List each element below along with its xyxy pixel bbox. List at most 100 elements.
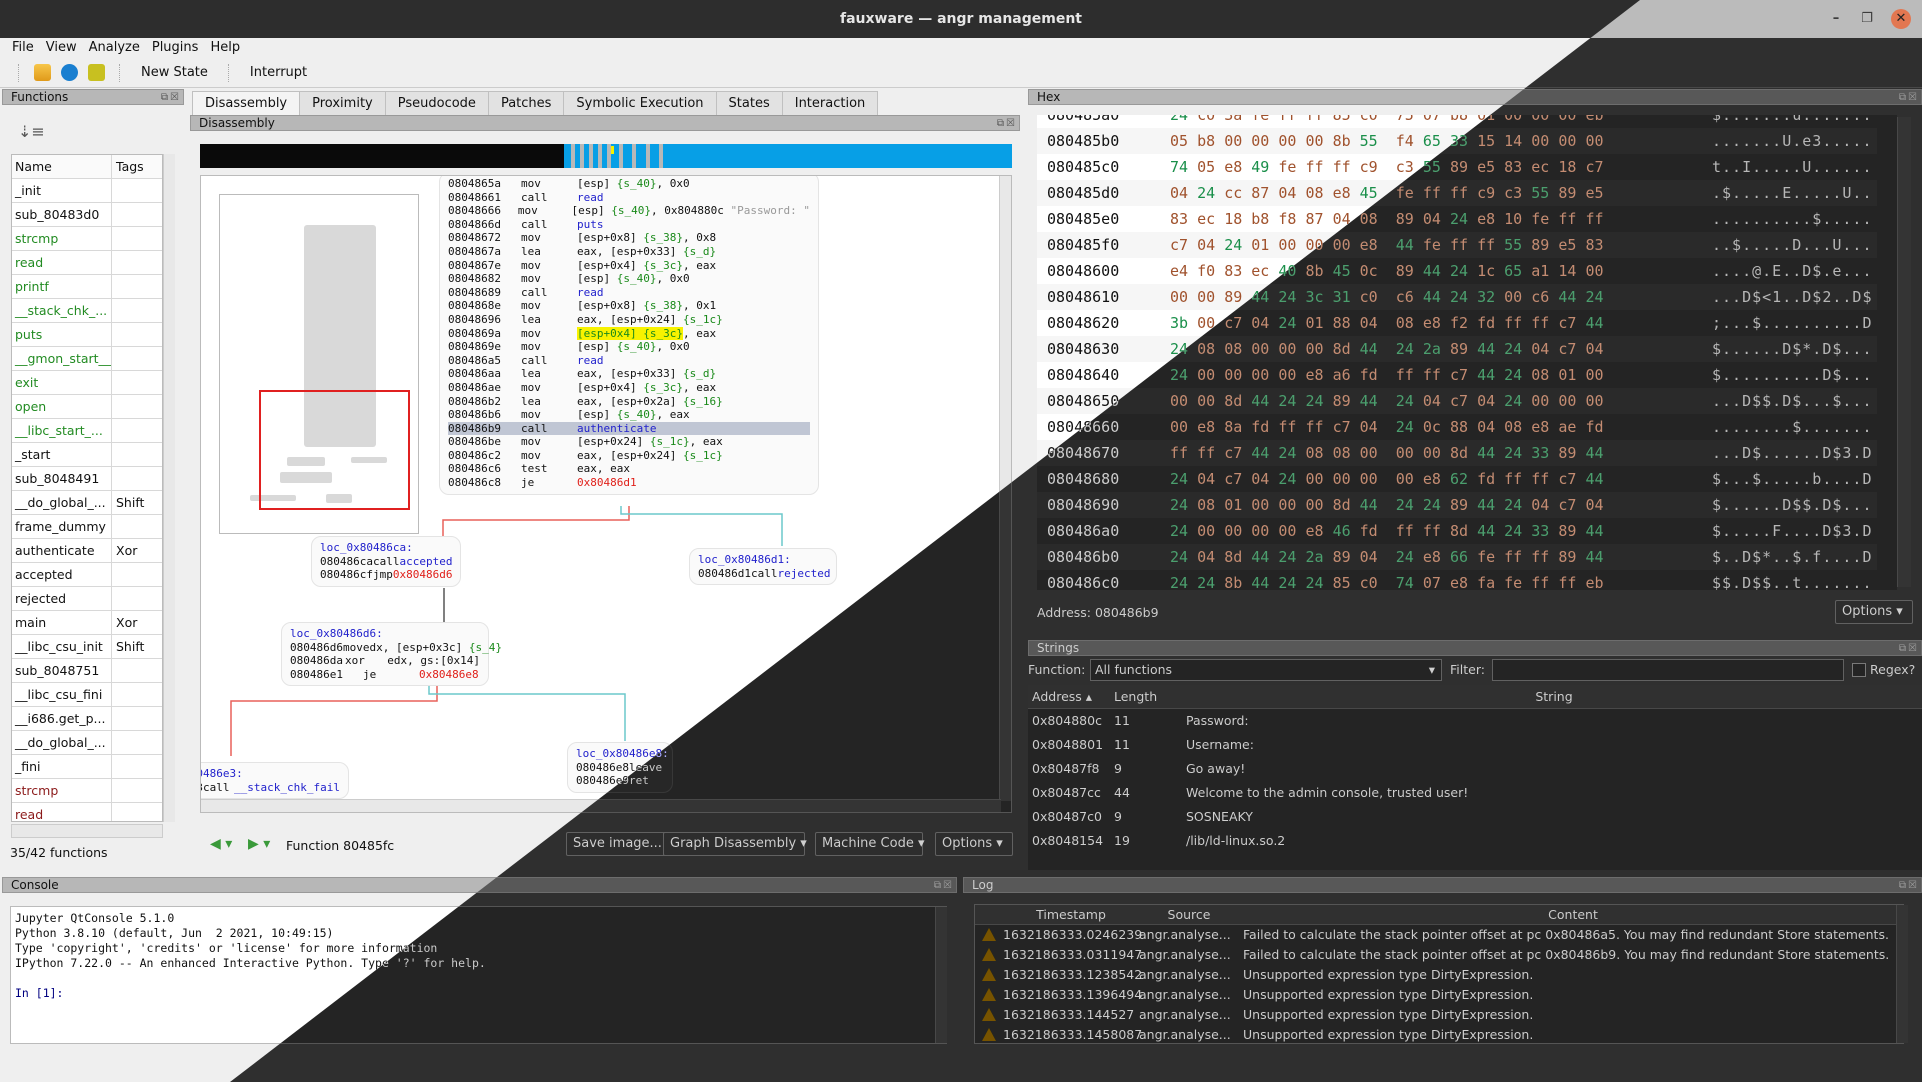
hex-byte[interactable]: e8 bbox=[1423, 314, 1450, 332]
hex-byte[interactable]: c7 bbox=[1224, 444, 1251, 462]
hex-byte[interactable]: ff bbox=[1396, 522, 1423, 540]
hex-byte[interactable]: ff bbox=[1278, 418, 1305, 436]
hex-byte[interactable]: 44 bbox=[1585, 314, 1612, 332]
hex-byte[interactable]: 00 bbox=[1558, 115, 1585, 124]
hex-byte[interactable]: 62 bbox=[1450, 470, 1477, 488]
hex-byte[interactable]: 00 bbox=[1278, 340, 1305, 358]
column-string[interactable]: String bbox=[1182, 685, 1922, 708]
hex-byte[interactable]: 24 bbox=[1450, 210, 1477, 228]
refresh-icon[interactable] bbox=[61, 64, 78, 81]
hex-byte[interactable]: 04 bbox=[1360, 548, 1387, 566]
instruction-row[interactable]: 08048661 call read bbox=[448, 191, 810, 205]
menu-analyze[interactable]: Analyze bbox=[83, 38, 146, 58]
tab-disassembly[interactable]: Disassembly bbox=[192, 91, 301, 116]
hex-byte[interactable]: ff bbox=[1504, 314, 1531, 332]
hex-byte[interactable]: c6 bbox=[1531, 288, 1558, 306]
hex-byte[interactable]: ff bbox=[1477, 236, 1504, 254]
hex-row[interactable]: 08048690 24 08 01 00 00 00 8d 44 24 24 89… bbox=[1037, 492, 1877, 518]
log-row[interactable]: 1632186333.0311947 angr.analyse... Failed … bbox=[975, 945, 1903, 965]
instruction-row[interactable]: 0804867e mov [esp+0x4] {s_3c}, eax bbox=[448, 259, 810, 273]
basic-block-80486e3[interactable]: loc_0x80486e3:080486e3call__stack_chk_fa… bbox=[201, 762, 349, 800]
hex-bytes[interactable]: 24 08 01 00 00 00 8d 44 24 24 89 44 24 0… bbox=[1170, 492, 1613, 518]
column-tags[interactable]: Tags bbox=[112, 155, 162, 178]
hex-byte[interactable]: c7 bbox=[1558, 470, 1585, 488]
operand-fn[interactable]: rejected bbox=[777, 567, 830, 580]
hex-byte[interactable]: 24 bbox=[1197, 574, 1224, 590]
function-row[interactable]: sub_80483d0 bbox=[12, 203, 162, 227]
hex-byte[interactable]: 00 bbox=[1585, 262, 1612, 280]
tab-interaction[interactable]: Interaction bbox=[781, 91, 879, 115]
column-name[interactable]: Name bbox=[12, 155, 112, 178]
function-row[interactable]: _init bbox=[12, 179, 162, 203]
hex-byte[interactable]: 08 bbox=[1197, 496, 1224, 514]
interrupt-button[interactable]: Interrupt bbox=[244, 65, 313, 80]
hex-ascii[interactable]: $$.D$$..t....... bbox=[1712, 570, 1873, 590]
hex-byte[interactable]: c7 bbox=[1333, 418, 1360, 436]
function-row[interactable]: exit bbox=[12, 371, 162, 395]
hex-byte[interactable]: 44 bbox=[1251, 392, 1278, 410]
hex-byte[interactable]: 44 bbox=[1423, 288, 1450, 306]
hex-row[interactable]: 08048600 e4 f0 83 ec 40 8b 45 0c 89 44 24… bbox=[1037, 258, 1877, 284]
hex-byte[interactable]: 08 bbox=[1531, 366, 1558, 384]
menu-help[interactable]: Help bbox=[204, 38, 246, 58]
dock-float-close-icons[interactable]: ⧉☒ bbox=[1899, 642, 1919, 656]
hex-byte[interactable]: 24 bbox=[1504, 496, 1531, 514]
string-row[interactable]: 0x8048154 19/lib/ld-linux.so.2 bbox=[1028, 829, 1922, 853]
hex-byte[interactable]: c7 bbox=[1170, 236, 1197, 254]
basic-block-80486d6[interactable]: loc_0x80486d6: 080486d6 mov edx, [esp+0x3c]… bbox=[281, 622, 502, 687]
column-address[interactable]: Address ▴ bbox=[1028, 685, 1110, 708]
function-row[interactable]: accepted bbox=[12, 563, 162, 587]
hex-byte[interactable]: 00 bbox=[1396, 470, 1423, 488]
function-row[interactable]: rejected bbox=[12, 587, 162, 611]
hex-byte[interactable]: 08 bbox=[1197, 340, 1224, 358]
hex-byte[interactable]: 44 bbox=[1251, 444, 1278, 462]
instruction-row[interactable]: 080486e9 ret bbox=[576, 774, 664, 788]
graph-hscrollbar[interactable] bbox=[201, 799, 1001, 812]
hex-byte[interactable]: fd bbox=[1585, 418, 1612, 436]
hex-byte[interactable]: 08 bbox=[1333, 444, 1360, 462]
instruction-row[interactable]: 080486da xor edx, gs:[0x14] bbox=[290, 654, 480, 668]
hex-byte[interactable]: ff bbox=[1531, 314, 1558, 332]
hex-byte[interactable]: 05 bbox=[1170, 132, 1197, 150]
instruction-row[interactable]: 0804868e mov [esp+0x8] {s_38}, 0x1 bbox=[448, 299, 810, 313]
instruction-row[interactable]: 080486b6 mov [esp] {s_40}, eax bbox=[448, 408, 810, 422]
hex-row[interactable]: 08048670 ff ff c7 44 24 08 08 00 00 00 8d… bbox=[1037, 440, 1877, 466]
hex-byte[interactable]: 24 bbox=[1170, 496, 1197, 514]
instruction-row[interactable]: 080486e8 leave bbox=[576, 761, 664, 775]
function-row[interactable]: puts bbox=[12, 323, 162, 347]
hex-byte[interactable]: fe bbox=[1477, 548, 1504, 566]
hex-byte[interactable]: 00 bbox=[1278, 132, 1305, 150]
hex-byte[interactable]: fe bbox=[1531, 210, 1558, 228]
hex-byte[interactable]: 8d bbox=[1333, 340, 1360, 358]
hex-byte[interactable]: f2 bbox=[1450, 314, 1477, 332]
hex-byte[interactable]: e5 bbox=[1558, 236, 1585, 254]
operand-tgt[interactable]: 0x80486d1 bbox=[577, 476, 637, 489]
function-row[interactable]: strcmp bbox=[12, 779, 162, 803]
hex-byte[interactable]: fd bbox=[1477, 470, 1504, 488]
hex-byte[interactable]: 07 bbox=[1423, 115, 1450, 124]
instruction-row[interactable]: 080486d6 mov edx, [esp+0x3c] {s_4} bbox=[290, 641, 502, 655]
machine-code-dropdown[interactable]: Machine Code ▾ bbox=[815, 832, 925, 856]
basic-block-80486ca[interactable]: loc_0x80486ca: 080486ca call accepted 080486… bbox=[311, 536, 461, 587]
hex-ascii[interactable]: t..I.....U...... bbox=[1712, 154, 1873, 180]
function-row[interactable]: main Xor bbox=[12, 611, 162, 635]
hex-byte[interactable]: ec bbox=[1197, 210, 1224, 228]
graph-minimap[interactable] bbox=[219, 194, 419, 534]
hex-byte[interactable]: ff bbox=[1305, 115, 1332, 124]
operand-fn[interactable]: accepted bbox=[399, 555, 452, 568]
hex-byte[interactable]: 00 bbox=[1396, 444, 1423, 462]
operand-fn[interactable]: authenticate bbox=[577, 422, 656, 435]
hex-byte[interactable]: e5 bbox=[1477, 158, 1504, 176]
hex-byte[interactable]: c7 bbox=[1558, 314, 1585, 332]
instruction-row[interactable]: 080486e1 je 0x80486e8 bbox=[290, 668, 480, 682]
function-row[interactable]: _fini bbox=[12, 755, 162, 779]
hex-byte[interactable]: 00 bbox=[1585, 132, 1612, 150]
console-prompt[interactable]: In [1]: bbox=[15, 986, 942, 1001]
hex-byte[interactable]: c7 bbox=[1585, 158, 1612, 176]
hex-byte[interactable]: 44 bbox=[1477, 522, 1504, 540]
hex-row[interactable]: 080485a0 24 c0 3a fe ff ff 85 c0 75 07 b8… bbox=[1037, 115, 1877, 128]
hex-byte[interactable]: ff bbox=[1278, 115, 1305, 124]
hex-byte[interactable]: 24 bbox=[1170, 340, 1197, 358]
hex-byte[interactable]: 44 bbox=[1360, 340, 1387, 358]
hex-byte[interactable]: 00 bbox=[1278, 496, 1305, 514]
